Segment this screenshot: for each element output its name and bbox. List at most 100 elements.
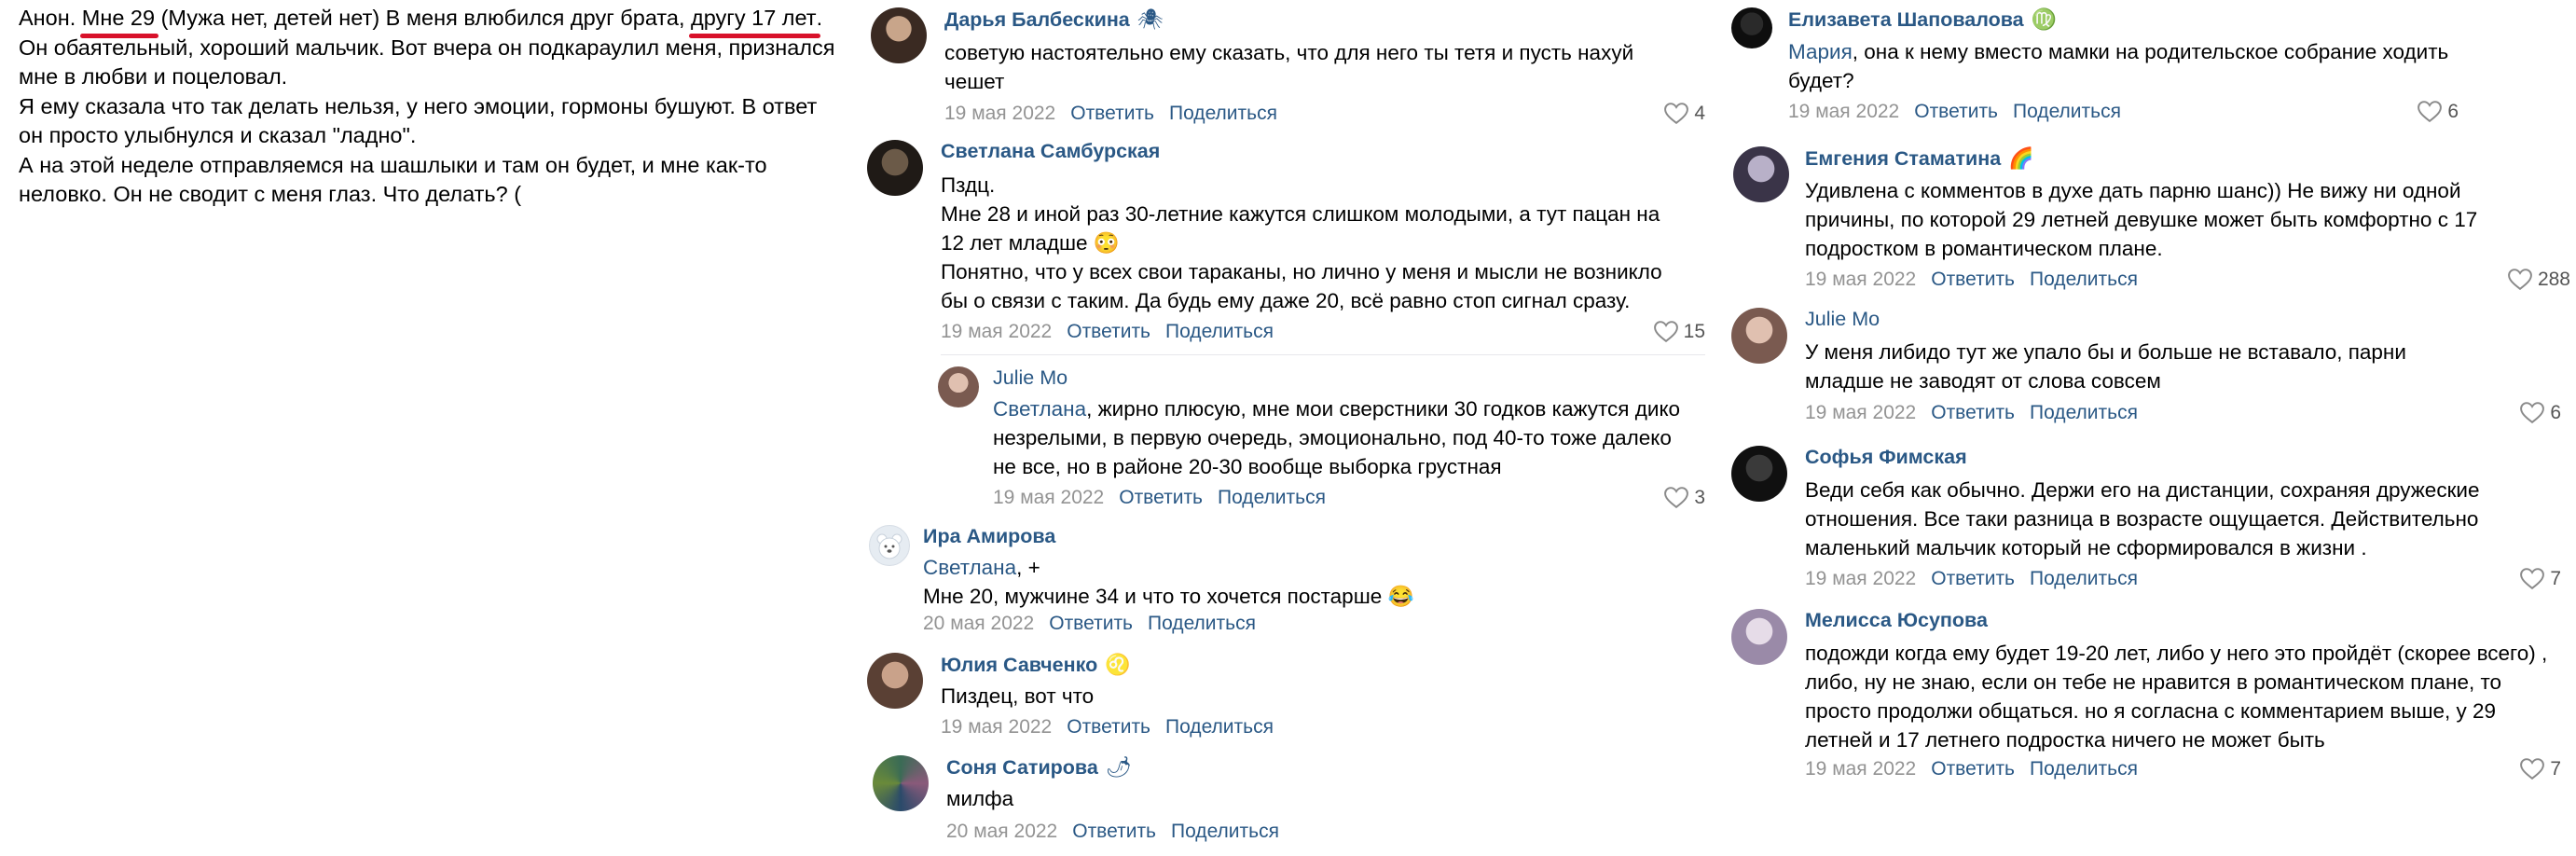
avatar[interactable] <box>867 140 923 196</box>
comment-text: милфа <box>946 787 1014 810</box>
comment-author-name[interactable]: Дарья Балбескина <box>944 8 1130 31</box>
comment-author-name[interactable]: Julie Mo <box>1805 308 1880 330</box>
reply-button[interactable]: Ответить <box>1067 716 1150 738</box>
comment-author-name[interactable]: Светлана Самбурская <box>941 140 1160 162</box>
comment-date[interactable]: 19 мая 2022 <box>1805 269 1916 290</box>
reply-button[interactable]: Ответить <box>1072 821 1156 842</box>
comment: Дарья Балбескина 🕷 советую настоятельно е… <box>871 7 1705 129</box>
share-button[interactable]: Поделиться <box>2030 758 2138 780</box>
avatar[interactable] <box>1731 609 1787 665</box>
avatar[interactable] <box>873 755 929 811</box>
reply-button[interactable]: Ответить <box>1067 321 1150 342</box>
heart-icon <box>1664 487 1689 509</box>
reply-button[interactable]: Ответить <box>1070 103 1154 124</box>
comment-author-name[interactable]: Мелисса Юсупова <box>1805 609 1988 631</box>
comment-text: Светлана, + Мне 20, мужчине 34 и что то … <box>923 556 1414 608</box>
avatar[interactable] <box>869 525 910 566</box>
comment-author[interactable]: Ира Амирова <box>923 525 1055 548</box>
share-button[interactable]: Поделиться <box>1165 321 1274 342</box>
mention-link[interactable]: Светлана <box>923 556 1016 579</box>
like-button[interactable]: 6 <box>2520 402 2561 424</box>
like-button[interactable]: 15 <box>1653 321 1705 343</box>
share-button[interactable]: Поделиться <box>1169 103 1277 124</box>
share-button[interactable]: Поделиться <box>2030 269 2138 290</box>
reply-button[interactable]: Ответить <box>1119 487 1203 508</box>
share-button[interactable]: Поделиться <box>1148 613 1256 634</box>
like-button[interactable]: 6 <box>2418 101 2459 123</box>
comment-author-name[interactable]: Емгения Стаматина <box>1805 147 2001 170</box>
mention-link[interactable]: Мария <box>1788 40 1853 63</box>
like-button[interactable]: 4 <box>1664 103 1705 125</box>
comment-date[interactable]: 19 мая 2022 <box>944 103 1055 124</box>
comment-author-name[interactable]: Елизавета Шаповалова <box>1788 8 2024 31</box>
share-button[interactable]: Поделиться <box>2030 402 2138 423</box>
comment: Ира Амирова Светлана, + Мне 20, мужчине … <box>869 525 1671 637</box>
share-button[interactable]: Поделиться <box>2030 568 2138 589</box>
avatar[interactable] <box>1731 7 1772 48</box>
virgo-zodiac-icon: ♍ <box>2031 7 2058 31</box>
heart-icon <box>1653 321 1678 343</box>
comment-date[interactable]: 19 мая 2022 <box>1788 101 1899 122</box>
reply-button[interactable]: Ответить <box>1914 101 1998 122</box>
avatar[interactable] <box>1731 308 1787 364</box>
comment-date[interactable]: 19 мая 2022 <box>1805 402 1916 423</box>
heart-icon <box>2418 101 2443 123</box>
comment-author[interactable]: Julie Mo <box>993 366 1068 390</box>
avatar[interactable] <box>1733 146 1789 202</box>
mention-link[interactable]: Светлана <box>993 397 1086 421</box>
comment-author[interactable]: Елизавета Шаповалова ♍ <box>1788 7 2057 32</box>
comment-date[interactable]: 20 мая 2022 <box>946 821 1057 842</box>
comment-date[interactable]: 19 мая 2022 <box>941 716 1052 738</box>
comment-author-name[interactable]: Ира Амирова <box>923 525 1055 547</box>
comment-author[interactable]: Юлия Савченко ♌ <box>941 653 1131 677</box>
comment-author-name[interactable]: Юлия Савченко <box>941 654 1097 676</box>
share-button[interactable]: Поделиться <box>1218 487 1326 508</box>
reply-button[interactable]: Ответить <box>1931 269 2015 290</box>
like-button[interactable]: 7 <box>2520 758 2561 780</box>
avatar[interactable] <box>871 7 927 63</box>
like-button[interactable]: 7 <box>2520 568 2561 590</box>
comment-footer: 19 мая 2022 Ответить Поделиться <box>1805 568 2138 590</box>
reply-button[interactable]: Ответить <box>1931 402 2015 423</box>
post-paragraph-2: Я ему сказала что так делать нельзя, у н… <box>19 93 818 148</box>
comment-text: советую настоятельно ему сказать, что дл… <box>944 41 1634 93</box>
like-button[interactable]: 288 <box>2508 269 2570 291</box>
comment: Мелисса Юсупова подожди когда ему будет … <box>1731 609 2570 786</box>
comment-author-name[interactable]: Соня Сатирова <box>946 756 1098 779</box>
comment-date[interactable]: 19 мая 2022 <box>1805 568 1916 589</box>
comment-footer: 19 мая 2022 Ответить Поделиться <box>1805 402 2138 424</box>
comment-footer: 19 мая 2022 Ответить Поделиться <box>1805 758 2138 780</box>
comment-date[interactable]: 19 мая 2022 <box>1805 758 1916 780</box>
comment-author-name[interactable]: Julie Mo <box>993 366 1068 389</box>
comment-text: Светлана, жирно плюсую, мне мои сверстни… <box>993 397 1681 478</box>
comment-footer: 20 мая 2022 Ответить Поделиться <box>946 821 1279 843</box>
comment-author[interactable]: Мелисса Юсупова <box>1805 609 1988 632</box>
reply-button[interactable]: Ответить <box>1931 758 2015 780</box>
comment-footer: 19 мая 2022 Ответить Поделиться <box>941 716 1274 739</box>
comment-author[interactable]: Софья Фимская <box>1805 446 1967 469</box>
comment-date[interactable]: 19 мая 2022 <box>993 487 1104 508</box>
share-button[interactable]: Поделиться <box>2013 101 2121 122</box>
heart-icon <box>2520 758 2545 780</box>
like-button[interactable]: 3 <box>1664 487 1705 509</box>
share-button[interactable]: Поделиться <box>1171 821 1279 842</box>
comment: Емгения Стаматина 🌈 Удивлена с комментов … <box>1733 146 2570 296</box>
comment-author[interactable]: Julie Mo <box>1805 308 1880 331</box>
comment-author[interactable]: Емгения Стаматина 🌈 <box>1805 146 2034 171</box>
comment-author[interactable]: Светлана Самбурская <box>941 140 1160 163</box>
comment-author-name[interactable]: Софья Фимская <box>1805 446 1967 468</box>
thread-divider <box>941 354 1705 355</box>
comment-author[interactable]: Дарья Балбескина 🕷 <box>944 7 1164 32</box>
reply-button[interactable]: Ответить <box>1049 613 1133 634</box>
avatar[interactable] <box>1731 446 1787 502</box>
comment-date[interactable]: 20 мая 2022 <box>923 613 1034 634</box>
share-button[interactable]: Поделиться <box>1165 716 1274 738</box>
avatar[interactable] <box>938 366 979 407</box>
comment-text: Пздц. Мне 28 и иной раз 30-летние кажутс… <box>941 173 1662 312</box>
leo-zodiac-icon: ♌ <box>1105 653 1131 676</box>
avatar[interactable] <box>867 653 923 709</box>
reply-button[interactable]: Ответить <box>1931 568 2015 589</box>
comment-author[interactable]: Соня Сатирова 🌶 <box>946 755 1132 780</box>
comment: Светлана Самбурская Пздц. Мне 28 и иной … <box>867 140 1705 345</box>
comment-date[interactable]: 19 мая 2022 <box>941 321 1052 342</box>
